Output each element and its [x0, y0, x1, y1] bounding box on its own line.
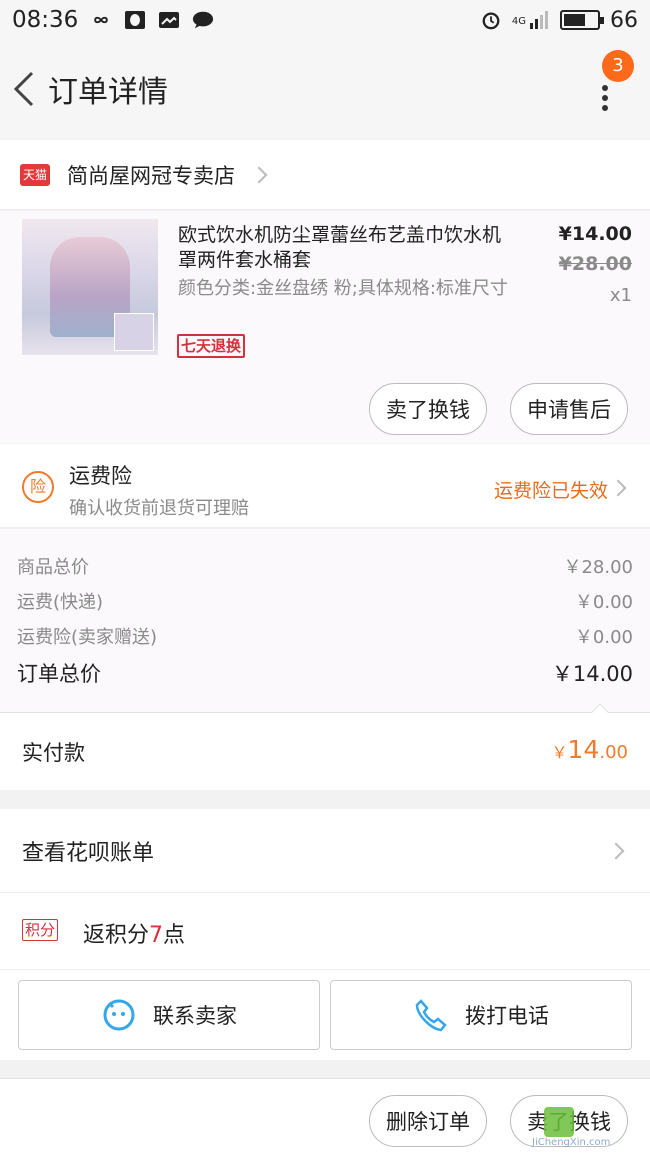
- qq-icon: [125, 11, 146, 29]
- more-menu-button[interactable]: 3: [590, 50, 634, 116]
- huabei-bill-row[interactable]: 查看花呗账单: [0, 809, 650, 893]
- summary-row: 商品总价 ￥28.00: [17, 553, 633, 579]
- summary-row: 运费(快递) ￥0.00: [17, 588, 633, 614]
- product-title[interactable]: 欧式饮水机防尘罩蕾丝布艺盖巾饮水机罩两件套水桶套: [178, 223, 508, 273]
- points-badge: 积分: [22, 919, 59, 941]
- insurance-status: 运费险已失效: [493, 480, 608, 502]
- payment-integer: 14: [567, 735, 600, 764]
- notification-badge: 3: [602, 50, 634, 82]
- summary-value: ￥28.00: [563, 557, 633, 578]
- chevron-left-icon: [13, 71, 34, 107]
- page-title: 订单详情: [48, 75, 168, 110]
- chat-bubble-icon: [103, 999, 135, 1031]
- summary-label: 商品总价: [17, 557, 89, 578]
- price-summary: 商品总价 ￥28.00 运费(快递) ￥0.00 运费险(卖家赠送) ￥0.00…: [0, 529, 650, 713]
- order-total-value: ￥14.00: [551, 662, 633, 686]
- currency-symbol: ￥: [551, 743, 568, 762]
- call-phone-label: 拨打电话: [465, 1004, 549, 1028]
- shop-name: 简尚屋网冠专卖店: [67, 163, 235, 188]
- battery-level: 66: [610, 7, 638, 33]
- summary-label: 运费(快递): [17, 592, 104, 613]
- summary-value: ￥0.00: [574, 627, 633, 648]
- actual-payment-row: 实付款 ￥14.00: [0, 703, 650, 790]
- points-text: 返积分7点: [83, 917, 185, 949]
- bottom-action-bar: 删除订单 卖了换钱 JiChengXin.com: [0, 1078, 650, 1155]
- chevron-right-icon: [607, 842, 625, 860]
- order-total-row: 订单总价 ￥14.00: [17, 658, 633, 688]
- signal-icon: [530, 11, 548, 29]
- product-image[interactable]: [22, 219, 158, 355]
- chevron-right-icon: [250, 166, 268, 183]
- watermark-logo: JiChengXin.com: [528, 1101, 646, 1153]
- insurance-subtitle: 确认收货前退货可理赔: [69, 498, 249, 519]
- contact-seller-label: 联系卖家: [153, 1004, 237, 1028]
- message-box-icon: [159, 12, 180, 28]
- insurance-icon: 险: [22, 471, 54, 503]
- summary-row: 运费险(卖家赠送) ￥0.00: [17, 623, 633, 649]
- delete-order-button[interactable]: 删除订单: [369, 1095, 487, 1147]
- status-time: 08:36: [12, 7, 79, 33]
- chevron-right-icon: [609, 479, 627, 497]
- summary-label: 运费险(卖家赠送): [17, 627, 158, 648]
- status-bar: 08:36 4G 66: [0, 0, 650, 40]
- contact-bar: 联系卖家 拨打电话: [0, 970, 650, 1060]
- points-suffix: 点: [163, 923, 186, 948]
- resell-button[interactable]: 卖了换钱: [369, 383, 487, 435]
- points-row: 积分 返积分7点: [0, 893, 650, 970]
- product-spec: 颜色分类:金丝盘绣 粉;具体规格:标准尺寸: [178, 278, 508, 299]
- payment-decimal: .00: [599, 742, 628, 763]
- call-phone-button[interactable]: 拨打电话: [330, 980, 632, 1050]
- battery-icon: [560, 10, 604, 30]
- after-sale-button[interactable]: 申请售后: [510, 383, 628, 435]
- phone-icon: [415, 999, 447, 1032]
- tmall-logo: 天猫: [20, 163, 50, 186]
- order-total-label: 订单总价: [17, 662, 101, 686]
- shipping-insurance-row[interactable]: 险 运费险 确认收货前退货可理赔 运费险已失效: [0, 444, 650, 528]
- product-quantity: x1: [609, 285, 632, 306]
- back-button[interactable]: [2, 59, 46, 119]
- network-type: 4G: [511, 15, 526, 27]
- infinity-icon: [94, 16, 109, 24]
- product-price: ¥14.00: [558, 223, 632, 245]
- alarm-icon: [482, 12, 500, 30]
- product-original-price: ¥28.00: [558, 253, 632, 275]
- navigation-bar: 订单详情 3: [0, 40, 650, 138]
- payment-label: 实付款: [22, 741, 85, 765]
- product-item: 欧式饮水机防尘罩蕾丝布艺盖巾饮水机罩两件套水桶套 颜色分类:金丝盘绣 粉;具体规…: [0, 211, 650, 443]
- insurance-title: 运费险: [69, 464, 132, 488]
- shop-row[interactable]: 天猫 简尚屋网冠专卖店: [0, 140, 650, 210]
- summary-value: ￥0.00: [574, 592, 633, 613]
- points-prefix: 返积分: [83, 923, 150, 948]
- contact-seller-button[interactable]: 联系卖家: [18, 980, 320, 1050]
- huabei-label: 查看花呗账单: [22, 841, 155, 866]
- payment-amount: ￥14.00: [552, 735, 628, 764]
- chat-icon: [193, 11, 214, 29]
- return-policy-tag: 七天退换: [177, 334, 246, 358]
- points-count: 7: [149, 923, 164, 948]
